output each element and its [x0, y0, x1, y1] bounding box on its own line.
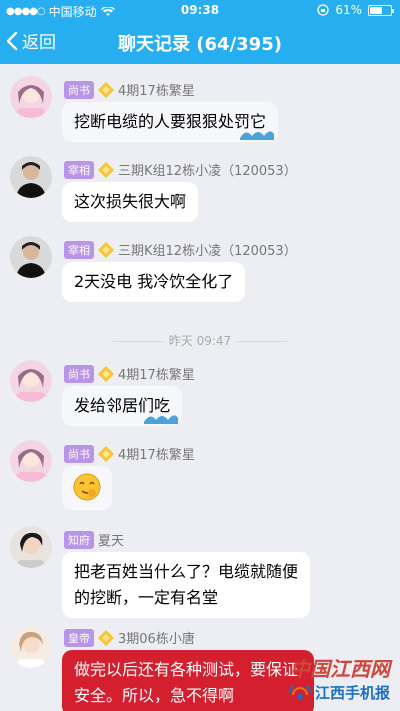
rank-badge: 宰相	[64, 160, 94, 179]
diamond-icon	[98, 365, 114, 382]
avatar[interactable]	[10, 156, 52, 198]
message-text: 挖断电缆的人要狠狠处罚它	[74, 112, 267, 131]
avatar[interactable]	[10, 440, 52, 482]
giggle-emoji-icon	[73, 473, 101, 501]
timestamp-divider: 昨天 09:47	[0, 332, 400, 349]
rank-badge: 知府	[64, 530, 94, 549]
message-text: 做完以后还有各种测试，要保证安全。所以，急不得啊	[74, 660, 299, 705]
lock-rotation-icon	[317, 4, 329, 16]
timestamp-text: 昨天 09:47	[168, 334, 232, 348]
diamond-icon	[98, 445, 114, 462]
diamond-icon	[98, 81, 114, 98]
diamond-icon	[98, 241, 114, 258]
divider-line	[112, 341, 163, 342]
battery-icon	[368, 4, 394, 16]
rank-badge: 宰相	[64, 240, 94, 259]
rank-badge: 尚书	[64, 444, 94, 463]
message-text: 这次损失很大啊	[74, 192, 187, 211]
wave-decoration-icon	[144, 415, 179, 424]
avatar[interactable]	[10, 236, 52, 278]
rank-badge: 尚书	[64, 364, 94, 383]
rank-badge: 皇帝	[64, 628, 94, 647]
watermark-top: 中国江西网	[290, 657, 390, 681]
message-bubble[interactable]: 发给邻居们吃	[62, 386, 183, 426]
avatar[interactable]	[10, 76, 52, 118]
watermark-bottom: 江西手机报	[314, 684, 390, 702]
header-bar: ●●●●○ 中国移动 09:38 61% 返回 聊天记录 (64/395)	[0, 0, 400, 64]
sender-name: 4期17栋繁星	[118, 84, 195, 99]
message-text: 的挖断，一定有名堂	[74, 588, 219, 607]
page-title: 聊天记录 (64/395)	[118, 34, 282, 55]
rank-badge: 尚书	[64, 80, 94, 99]
status-bar: ●●●●○ 中国移动 09:38 61%	[0, 0, 400, 20]
message-text: 把老百姓当什么了？电缆就随便	[74, 562, 299, 581]
sender-name: 3期06栋小唐	[118, 632, 195, 647]
nav-bar: 返回 聊天记录 (64/395)	[0, 20, 400, 64]
sender-name: 三期K组12栋小凌（120053）	[118, 244, 297, 259]
message-bubble[interactable]: 把老百姓当什么了？电缆就随便 的挖断，一定有名堂	[62, 552, 311, 618]
battery-percent: 61%	[335, 3, 362, 17]
message-bubble[interactable]: 做完以后还有各种测试，要保证安全。所以，急不得啊	[62, 650, 314, 711]
message-bubble[interactable]: 这次损失很大啊	[62, 182, 199, 222]
diamond-icon	[98, 161, 114, 178]
sender-name: 夏天	[98, 534, 125, 549]
message-bubble[interactable]: 2天没电 我冷饮全化了	[62, 262, 246, 302]
sender-name: 4期17栋繁星	[118, 448, 195, 463]
diamond-icon	[98, 629, 114, 646]
avatar[interactable]	[10, 626, 52, 668]
message-bubble[interactable]	[62, 466, 112, 510]
avatar[interactable]	[10, 360, 52, 402]
sender-name: 4期17栋繁星	[118, 368, 195, 383]
message-text: 2天没电 我冷饮全化了	[74, 272, 234, 291]
watermark: 中国江西网 江西手机报	[288, 653, 390, 703]
sender-name: 三期K组12栋小凌（120053）	[118, 164, 297, 179]
wave-decoration-icon	[240, 131, 275, 140]
divider-line	[237, 341, 288, 342]
avatar[interactable]	[10, 526, 52, 568]
message-bubble[interactable]: 挖断电缆的人要狠狠处罚它	[62, 102, 279, 142]
broadcast-logo-icon	[288, 684, 311, 700]
